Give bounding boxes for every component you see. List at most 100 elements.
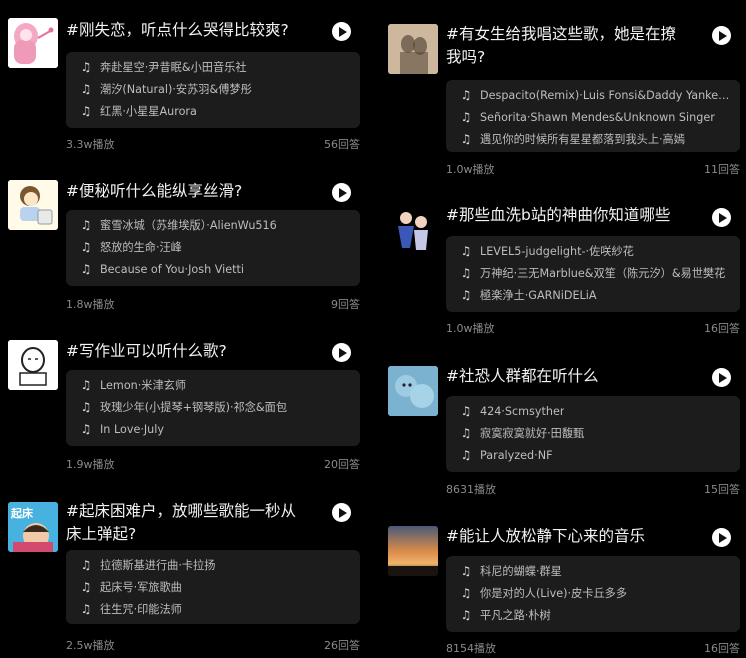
answer-count: 11回答 bbox=[704, 163, 740, 176]
play-icon[interactable] bbox=[712, 368, 731, 387]
song-item[interactable]: ♫ 你是对的人(Live)·皮卡丘多多 bbox=[446, 582, 740, 604]
card-meta: 2.5w播放 26回答 bbox=[66, 637, 360, 653]
question-title[interactable]: #便秘听什么能纵享丝滑? bbox=[66, 180, 298, 203]
avatar[interactable] bbox=[388, 366, 438, 416]
avatar[interactable] bbox=[8, 180, 58, 230]
song-item[interactable]: ♫ Despacito(Remix)·Luis Fonsi&Daddy Yanke… bbox=[446, 84, 740, 106]
answer-count: 15回答 bbox=[704, 483, 740, 496]
avatar[interactable] bbox=[8, 18, 58, 68]
question-title[interactable]: #刚失恋，听点什么哭得比较爽? bbox=[66, 19, 298, 42]
song-item[interactable]: ♫ 蜜雪冰城（苏维埃版）·AlienWu516 bbox=[66, 214, 360, 236]
answer-count: 56回答 bbox=[324, 138, 360, 151]
song-item[interactable]: ♫ Paralyzed·NF bbox=[446, 444, 740, 466]
question-title[interactable]: #能让人放松静下心来的音乐 bbox=[446, 525, 678, 548]
song-item[interactable]: ♫ 遇见你的时候所有星星都落到我头上·高嫣 bbox=[446, 128, 740, 150]
card-meta: 1.0w播放 11回答 bbox=[446, 161, 740, 177]
avatar-label: 起床 bbox=[10, 506, 34, 520]
song-item[interactable]: ♫ 拉德斯基进行曲·卡拉扬 bbox=[66, 554, 360, 576]
song-item[interactable]: ♫ Lemon·米津玄师 bbox=[66, 374, 360, 396]
song-item[interactable]: ♫ 往生咒·印能法师 bbox=[66, 598, 360, 620]
song-item[interactable]: ♫ 424·Scmsyther bbox=[446, 400, 740, 422]
song-item[interactable]: ♫ Because of You·Josh Vietti bbox=[66, 258, 360, 280]
sketch-character-avatar-icon bbox=[8, 340, 58, 390]
music-note-icon: ♫ bbox=[80, 378, 92, 392]
song-item[interactable]: ♫ 怒放的生命·汪峰 bbox=[66, 236, 360, 258]
music-note-icon: ♫ bbox=[460, 448, 472, 462]
shadow-photo-avatar-icon bbox=[388, 24, 438, 74]
play-count: 1.0w播放 bbox=[446, 163, 495, 176]
play-count: 1.0w播放 bbox=[446, 322, 495, 335]
music-note-icon: ♫ bbox=[460, 586, 472, 600]
song-item[interactable]: ♫ LEVEL5-judgelight-·佐咲紗花 bbox=[446, 240, 740, 262]
music-note-icon: ♫ bbox=[80, 262, 92, 276]
song-list: ♫ 奔赴星空·尹昔眠&小田音乐社 ♫ 潮汐(Natural)·安苏羽&傅梦彤 ♫ 红黑… bbox=[66, 52, 360, 128]
music-note-icon: ♫ bbox=[80, 82, 92, 96]
play-icon[interactable] bbox=[332, 503, 351, 522]
play-count: 1.9w播放 bbox=[66, 458, 115, 471]
wakeup-cartoon-avatar-icon: 起床 bbox=[8, 502, 58, 552]
play-icon[interactable] bbox=[712, 528, 731, 547]
music-note-icon: ♫ bbox=[460, 404, 472, 418]
anime-dancers-avatar-icon bbox=[388, 204, 438, 254]
song-item[interactable]: ♫ 極楽浄土·GARNiDELiA bbox=[446, 284, 740, 306]
music-note-icon: ♫ bbox=[80, 240, 92, 254]
question-title[interactable]: #起床困难户，放哪些歌能一秒从床上弹起? bbox=[66, 500, 298, 546]
play-icon[interactable] bbox=[332, 343, 351, 362]
music-note-icon: ♫ bbox=[80, 422, 92, 436]
play-icon[interactable] bbox=[712, 26, 731, 45]
cartoon-girl-avatar-icon bbox=[8, 180, 58, 230]
question-title[interactable]: #有女生给我唱这些歌，她是在撩我吗? bbox=[446, 23, 678, 69]
song-item[interactable]: ♫ 寂寞寂寞就好·田馥甄 bbox=[446, 422, 740, 444]
song-item[interactable]: ♫ Señorita·Shawn Mendes&Unknown Singer bbox=[446, 106, 740, 128]
song-item[interactable]: ♫ 科尼的蝴蝶·群星 bbox=[446, 560, 740, 582]
card-meta: 1.0w播放 16回答 bbox=[446, 320, 740, 336]
music-note-icon: ♫ bbox=[460, 564, 472, 578]
music-note-icon: ♫ bbox=[460, 266, 472, 280]
music-note-icon: ♫ bbox=[80, 218, 92, 232]
song-list: ♫ 科尼的蝴蝶·群星 ♫ 你是对的人(Live)·皮卡丘多多 ♫ 平凡之路·朴树 bbox=[446, 556, 740, 632]
music-note-icon: ♫ bbox=[460, 110, 472, 124]
answer-count: 16回答 bbox=[704, 322, 740, 335]
card-meta: 8631播放 15回答 bbox=[446, 481, 740, 497]
song-item[interactable]: ♫ In Love·July bbox=[66, 418, 360, 440]
play-icon[interactable] bbox=[332, 183, 351, 202]
avatar[interactable] bbox=[8, 340, 58, 390]
song-item[interactable]: ♫ 红黑·小星星Aurora bbox=[66, 100, 360, 122]
song-list: ♫ Lemon·米津玄师 ♫ 玫瑰少年(小提琴+钢琴版)·祁念&面包 ♫ In Lov… bbox=[66, 370, 360, 446]
song-item[interactable]: ♫ 潮汐(Natural)·安苏羽&傅梦彤 bbox=[66, 78, 360, 100]
card-meta: 8154播放 16回答 bbox=[446, 640, 740, 656]
card-meta: 3.3w播放 56回答 bbox=[66, 136, 360, 152]
music-note-icon: ♫ bbox=[460, 88, 472, 102]
play-count: 2.5w播放 bbox=[66, 639, 115, 652]
avatar[interactable]: 起床 bbox=[8, 502, 58, 552]
song-list: ♫ Despacito(Remix)·Luis Fonsi&Daddy Yanke… bbox=[446, 80, 740, 152]
song-item[interactable]: ♫ 万神纪·三无Marblue&双笙（陈元汐）&易世樊花 bbox=[446, 262, 740, 284]
avatar[interactable] bbox=[388, 204, 438, 254]
answer-count: 26回答 bbox=[324, 639, 360, 652]
song-list: ♫ LEVEL5-judgelight-·佐咲紗花 ♫ 万神纪·三无Marblue&… bbox=[446, 236, 740, 312]
play-count: 8154播放 bbox=[446, 642, 496, 655]
play-count: 8631播放 bbox=[446, 483, 496, 496]
song-item[interactable]: ♫ 玫瑰少年(小提琴+钢琴版)·祁念&面包 bbox=[66, 396, 360, 418]
pink-character-avatar-icon bbox=[8, 18, 58, 68]
song-item[interactable]: ♫ 平凡之路·朴树 bbox=[446, 604, 740, 626]
music-question-feed: #刚失恋，听点什么哭得比较爽? ♫ 奔赴星空·尹昔眠&小田音乐社 ♫ 潮汐(Natu… bbox=[0, 0, 746, 658]
song-list: ♫ 蜜雪冰城（苏维埃版）·AlienWu516 ♫ 怒放的生命·汪峰 ♫ Becaus… bbox=[66, 210, 360, 286]
question-title[interactable]: #写作业可以听什么歌? bbox=[66, 340, 298, 363]
music-note-icon: ♫ bbox=[460, 426, 472, 440]
music-note-icon: ♫ bbox=[80, 602, 92, 616]
music-note-icon: ♫ bbox=[80, 580, 92, 594]
play-icon[interactable] bbox=[712, 208, 731, 227]
answer-count: 16回答 bbox=[704, 642, 740, 655]
music-note-icon: ♫ bbox=[460, 288, 472, 302]
avatar[interactable] bbox=[388, 526, 438, 576]
play-count: 1.8w播放 bbox=[66, 298, 115, 311]
song-item[interactable]: ♫ 起床号·军旅歌曲 bbox=[66, 576, 360, 598]
play-icon[interactable] bbox=[332, 22, 351, 41]
card-meta: 1.8w播放 9回答 bbox=[66, 296, 360, 312]
avatar[interactable] bbox=[388, 24, 438, 74]
question-title[interactable]: #那些血洗b站的神曲你知道哪些 bbox=[446, 204, 678, 227]
song-item[interactable]: ♫ 奔赴星空·尹昔眠&小田音乐社 bbox=[66, 56, 360, 78]
question-title[interactable]: #社恐人群都在听什么 bbox=[446, 365, 678, 388]
answer-count: 9回答 bbox=[331, 298, 360, 311]
